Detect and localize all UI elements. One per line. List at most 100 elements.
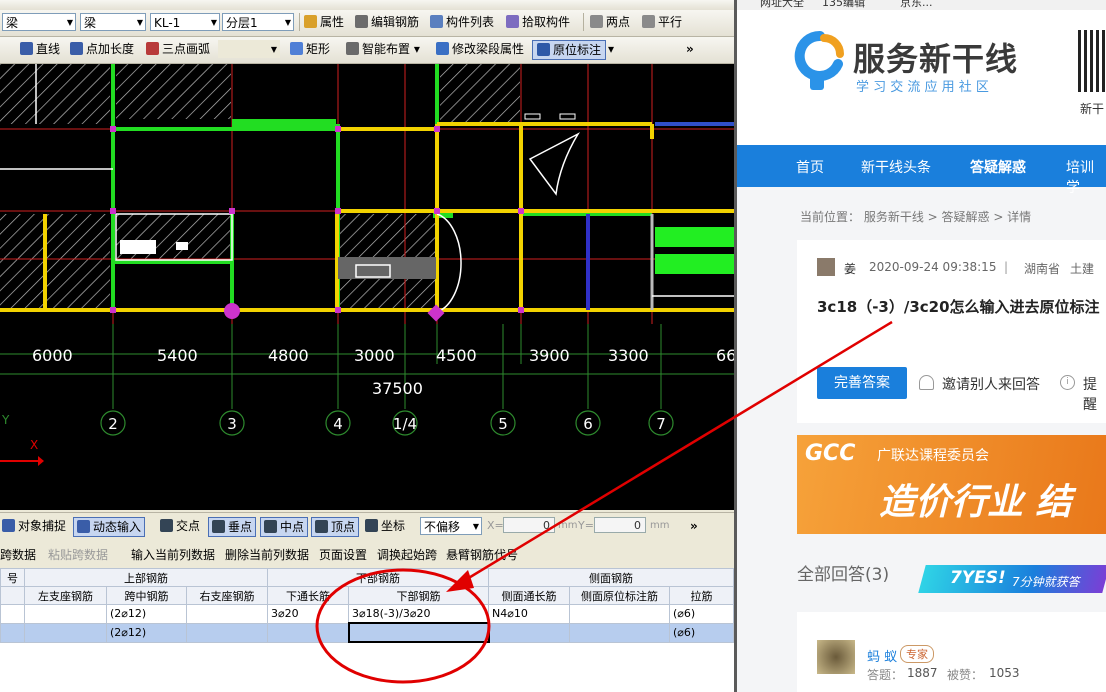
table-cell[interactable] <box>267 622 349 643</box>
answers-count-label: 答题： <box>867 668 904 682</box>
column-header[interactable]: 侧面原位标注筋 <box>569 586 670 605</box>
floor-combo[interactable]: 分层1 ▼ <box>222 13 294 31</box>
table-cell[interactable] <box>24 622 107 643</box>
cantilever-code-button[interactable]: 悬臂钢筋代号 <box>446 546 518 563</box>
three-point-arc-button[interactable]: 三点画弧 <box>146 40 210 58</box>
perpendicular-snap[interactable]: 垂点 <box>208 517 257 537</box>
smart-layout-icon <box>346 42 359 55</box>
table-cell[interactable] <box>569 604 670 624</box>
rectangle-button[interactable]: 矩形 <box>290 40 330 58</box>
table-cell[interactable] <box>488 622 570 643</box>
intersection-snap[interactable]: 交点 <box>160 517 200 535</box>
component-list-button[interactable]: 构件列表 <box>430 13 494 31</box>
arc-icon <box>146 42 159 55</box>
toolbar-overflow-button[interactable]: » <box>686 40 694 58</box>
table-cell[interactable]: 3⌀20 <box>267 604 349 624</box>
two-points-button[interactable]: 两点 <box>590 13 630 31</box>
point-length-button[interactable]: 点加长度 <box>70 40 134 58</box>
bookmark-item[interactable]: 135编辑 <box>822 0 865 10</box>
table-row[interactable]: (2⌀12) 3⌀20 3⌀18(-3)/3⌀20 N4⌀10 (⌀6) <box>0 604 734 624</box>
remind-link[interactable]: 提醒 <box>1083 374 1106 414</box>
snapbar-overflow-button[interactable]: » <box>690 517 698 535</box>
column-header[interactable]: 跨中钢筋 <box>106 586 187 605</box>
column-header[interactable]: 左支座钢筋 <box>24 586 107 605</box>
avatar[interactable] <box>817 258 835 276</box>
dynamic-input-toggle[interactable]: 动态输入 <box>73 517 146 537</box>
page-setup-button[interactable]: 页面设置 <box>319 546 367 563</box>
table-cell[interactable]: N4⌀10 <box>488 604 570 624</box>
nav-item-headlines[interactable]: 新干线头条 <box>861 157 931 177</box>
table-cell[interactable]: (2⌀12) <box>106 622 187 643</box>
object-snap-icon <box>2 519 15 532</box>
swap-start-span-button[interactable]: 调换起始跨 <box>377 546 437 563</box>
axis-bubble-label: 6 <box>583 415 593 433</box>
drawing-canvas[interactable]: 6000 5400 4800 3000 4500 3900 3300 66 37… <box>0 64 734 510</box>
answers-header: 全部回答(3) <box>797 565 890 585</box>
x-coordinate-input[interactable]: 0 <box>503 517 555 533</box>
dimension-label: 66 <box>716 346 734 365</box>
question-author[interactable]: 姜 <box>844 260 856 277</box>
table-cell[interactable] <box>569 622 670 643</box>
table-cell[interactable] <box>0 622 25 643</box>
span-data-button[interactable]: 跨数据 <box>0 546 36 563</box>
table-cell[interactable]: (⌀6) <box>669 604 734 624</box>
y-coordinate-input[interactable]: 0 <box>594 517 646 533</box>
avatar[interactable] <box>817 640 855 674</box>
column-header-bottom-rebar-active[interactable]: 下部钢筋 <box>348 586 489 605</box>
vertex-snap[interactable]: 顶点 <box>311 517 360 537</box>
bookmark-item[interactable]: 京东... <box>900 0 933 10</box>
dimension-label: 3000 <box>354 346 395 365</box>
table-cell[interactable] <box>186 622 268 643</box>
snap-toolbar: 对象捕捉 动态输入 交点 垂点 中点 顶点 坐标 不偏移 ▼ X= 0 mm Y=… <box>0 512 734 539</box>
nav-item-qa[interactable]: 答疑解惑 <box>970 157 1026 177</box>
table-cell[interactable]: 3⌀18(-3)/3⌀20 <box>348 604 489 624</box>
smart-layout-button[interactable]: 智能布置 ▾ <box>346 40 420 58</box>
table-cell[interactable]: (2⌀12) <box>106 604 187 624</box>
in-situ-mark-button[interactable]: 原位标注 <box>532 40 607 60</box>
answer-author[interactable]: 蚂 蚁 <box>867 646 897 665</box>
table-row-selected[interactable]: (2⌀12) (⌀6) <box>0 622 734 643</box>
table-cell-editing[interactable] <box>347 622 490 643</box>
in-situ-mark-dropdown[interactable]: ▾ <box>608 40 614 58</box>
input-current-column-button[interactable]: 输入当前列数据 <box>131 546 215 563</box>
site-logo-icon[interactable] <box>794 30 846 98</box>
pick-component-button[interactable]: 拾取构件 <box>506 13 570 31</box>
cad-app-window: 梁 ▼ 梁 ▼ KL-1 ▼ 分层1 ▼ 属性 编辑钢筋 构件列表 拾取构件 两点 平行… <box>0 0 734 692</box>
column-header[interactable]: 下通长筋 <box>267 586 349 605</box>
qr-code-image <box>1078 30 1106 92</box>
complete-answer-button[interactable]: 完善答案 <box>817 367 907 399</box>
promo-banner[interactable]: GCC 广联达课程委员会 造价行业 结 <box>797 435 1106 534</box>
modify-beam-segment-button[interactable]: 修改梁段属性 <box>436 40 524 58</box>
table-cell[interactable] <box>24 604 107 624</box>
line-button[interactable]: 直线 <box>20 40 60 58</box>
paste-span-button[interactable]: 粘贴跨数据 <box>48 546 108 563</box>
component-type-combo[interactable]: 梁 ▼ <box>2 13 76 31</box>
properties-button[interactable]: 属性 <box>304 13 344 31</box>
table-cell[interactable] <box>186 604 268 624</box>
object-snap-toggle[interactable]: 对象捕捉 <box>2 517 66 535</box>
coordinate-snap[interactable]: 坐标 <box>365 517 405 535</box>
hatched-region <box>116 64 231 119</box>
column-header[interactable]: 侧面通长筋 <box>488 586 570 605</box>
edit-rebar-button[interactable]: 编辑钢筋 <box>355 13 419 31</box>
x-unit-label: mm <box>558 520 578 531</box>
delete-current-column-button[interactable]: 删除当前列数据 <box>225 546 309 563</box>
table-cell[interactable] <box>0 604 25 624</box>
answers-count: 1887 <box>907 666 938 680</box>
two-points-icon <box>590 15 603 28</box>
invite-answer-link[interactable]: 邀请别人来回答 <box>942 374 1040 394</box>
component-name-combo[interactable]: KL-1 ▼ <box>150 13 220 31</box>
bookmark-item[interactable]: 网址大全 <box>760 0 804 10</box>
midpoint-snap[interactable]: 中点 <box>260 517 309 537</box>
arc-mode-combo[interactable]: ▼ <box>218 40 280 58</box>
nav-item-home[interactable]: 首页 <box>796 157 824 177</box>
column-header[interactable]: 右支座钢筋 <box>186 586 268 605</box>
nav-item-training[interactable]: 培训学 <box>1066 157 1106 197</box>
parallel-button[interactable]: 平行 <box>642 13 682 31</box>
column-header[interactable]: 拉筋 <box>669 586 734 605</box>
rebar-table: 号 上部钢筋 下部钢筋 侧面钢筋 左支座钢筋 跨中钢筋 右支座钢筋 下通长筋 下… <box>0 568 734 643</box>
table-cell[interactable]: (⌀6) <box>669 622 734 643</box>
offset-mode-combo[interactable]: 不偏移 ▼ <box>420 517 482 535</box>
x-label: X= <box>487 519 504 532</box>
component-subtype-combo[interactable]: 梁 ▼ <box>80 13 146 31</box>
